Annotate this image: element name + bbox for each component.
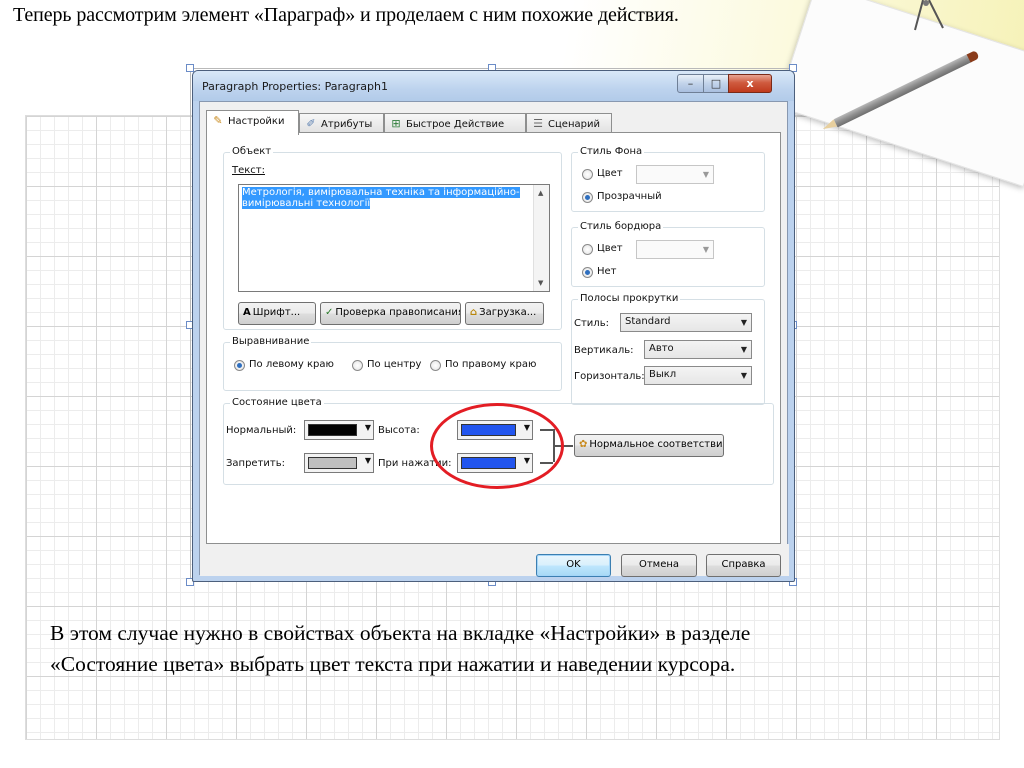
horizontal-label: Горизонталь:	[574, 371, 645, 382]
load-button[interactable]: ⌂ Загрузка...	[465, 302, 544, 325]
text-label: Текст:	[232, 165, 265, 176]
dropdown-arrow-icon: ▼	[364, 456, 371, 465]
tab-label: Быстрое Действие	[406, 119, 505, 130]
maximize-button[interactable]: □	[703, 74, 729, 93]
dialog-footer: OK Отмена Справка	[200, 544, 789, 577]
border-color-label[interactable]: Цвет	[597, 243, 623, 254]
hover-color-label: Высота:	[378, 425, 420, 436]
normal-color-label: Нормальный:	[226, 425, 297, 436]
load-button-label: Загрузка...	[479, 307, 537, 318]
load-icon: ⌂	[470, 307, 478, 318]
slide-body-text: В этом случае нужно в свойствах объекта …	[50, 618, 1000, 680]
vertical-label: Вертикаль:	[574, 345, 634, 356]
dropdown-arrow-icon: ▼	[740, 318, 748, 327]
scroll-style-value: Standard	[625, 316, 671, 327]
border-none-radio[interactable]	[582, 267, 593, 278]
tab-label: Настройки	[228, 116, 285, 127]
spellcheck-button-label: Проверка правописания	[335, 307, 461, 318]
scroll-down-icon[interactable]: ▼	[538, 279, 543, 287]
paragraph-properties-dialog: Paragraph Properties: Paragraph1 – □ x ✎…	[192, 70, 795, 582]
dropdown-arrow-icon: ▼	[702, 245, 710, 254]
object-group: Объект Текст: Метрологія, вимірювальна т…	[223, 146, 562, 330]
color-state-group-legend: Состояние цвета	[230, 397, 324, 408]
tab-strip: ✎ Настройки ✐ Атрибуты ⊞ Быстрое Действие ☰…	[206, 110, 766, 135]
scrollbars-group: Полосы прокрутки Стиль: Standard ▼ Вертик…	[571, 293, 765, 405]
pencil-icon: ✎	[213, 114, 223, 127]
palette-icon: ✿	[579, 439, 588, 450]
highlight-ellipse	[430, 403, 564, 489]
dialog-titlebar[interactable]: Paragraph Properties: Paragraph1 – □ x	[193, 71, 794, 101]
dialog-client-area: ✎ Настройки ✐ Атрибуты ⊞ Быстрое Действие ☰…	[199, 101, 789, 577]
compass-icon	[914, 0, 944, 31]
disabled-color-picker[interactable]: ▼	[304, 453, 374, 473]
align-center-label[interactable]: По центру	[367, 359, 421, 370]
background-color-label[interactable]: Цвет	[597, 168, 623, 179]
font-button[interactable]: A Шрифт...	[238, 302, 316, 325]
align-right-radio[interactable]	[430, 360, 441, 371]
border-none-label[interactable]: Нет	[597, 266, 617, 277]
object-group-legend: Объект	[230, 146, 274, 157]
dropdown-arrow-icon: ▼	[740, 345, 748, 354]
body-line-1: В этом случае нужно в свойствах объекта …	[50, 621, 751, 645]
disabled-color-label: Запретить:	[226, 458, 285, 469]
background-color-combo[interactable]: ▼	[636, 165, 714, 184]
spellcheck-button[interactable]: ✓ Проверка правописания	[320, 302, 461, 325]
font-icon: A	[243, 307, 251, 318]
selected-text: Метрологія, вимірювальна техніка та інфо…	[242, 187, 520, 209]
minimize-button[interactable]: –	[677, 74, 704, 93]
brush-icon: ✐	[306, 117, 316, 130]
tab-attributes[interactable]: ✐ Атрибуты	[299, 113, 384, 133]
font-button-label: Шрифт...	[252, 307, 301, 318]
disabled-color-swatch	[308, 457, 357, 469]
background-style-group: Стиль Фона Цвет ▼ Прозрачный	[571, 146, 765, 212]
background-style-legend: Стиль Фона	[578, 146, 645, 157]
vertical-select[interactable]: Авто ▼	[644, 340, 752, 359]
cancel-button[interactable]: Отмена	[621, 554, 697, 577]
normal-color-swatch	[308, 424, 357, 436]
scroll-style-select[interactable]: Standard ▼	[620, 313, 752, 332]
normal-match-button-label: Нормальное соответствие	[589, 439, 724, 450]
alignment-group: Выравнивание По левому краю По центру По…	[223, 336, 562, 391]
script-icon: ☰	[533, 117, 543, 130]
normal-color-picker[interactable]: ▼	[304, 420, 374, 440]
slide-heading: Теперь рассмотрим элемент «Параграф» и п…	[13, 4, 679, 26]
dropdown-arrow-icon: ▼	[740, 371, 748, 380]
tab-quick-action[interactable]: ⊞ Быстрое Действие	[384, 113, 526, 133]
align-left-radio[interactable]	[234, 360, 245, 371]
text-input[interactable]: Метрологія, вимірювальна техніка та інфо…	[238, 184, 550, 292]
horizontal-value: Выкл	[649, 369, 677, 380]
background-transparent-label[interactable]: Прозрачный	[597, 191, 662, 202]
horizontal-select[interactable]: Выкл ▼	[644, 366, 752, 385]
border-style-legend: Стиль бордюра	[578, 221, 664, 232]
vertical-value: Авто	[649, 343, 674, 354]
quick-action-icon: ⊞	[391, 117, 401, 130]
background-transparent-radio[interactable]	[582, 192, 593, 203]
align-right-label[interactable]: По правому краю	[445, 359, 536, 370]
scroll-style-label: Стиль:	[574, 318, 609, 329]
text-scrollbar[interactable]: ▲ ▼	[533, 185, 549, 291]
normal-match-button[interactable]: ✿ Нормальное соответствие	[574, 434, 724, 457]
ok-button[interactable]: OK	[536, 554, 611, 577]
border-color-radio[interactable]	[582, 244, 593, 255]
tab-label: Атрибуты	[321, 119, 373, 130]
dropdown-arrow-icon: ▼	[364, 423, 371, 432]
border-style-group: Стиль бордюра Цвет ▼ Нет	[571, 221, 765, 287]
tab-script[interactable]: ☰ Сценарий	[526, 113, 612, 133]
tab-settings[interactable]: ✎ Настройки	[206, 110, 299, 135]
alignment-group-legend: Выравнивание	[230, 336, 312, 347]
dropdown-arrow-icon: ▼	[702, 170, 710, 179]
align-left-label[interactable]: По левому краю	[249, 359, 334, 370]
spellcheck-icon: ✓	[325, 307, 334, 318]
body-line-2: «Состояние цвета» выбрать цвет текста пр…	[50, 652, 736, 676]
tab-label: Сценарий	[548, 119, 600, 130]
dialog-title: Paragraph Properties: Paragraph1	[202, 80, 388, 93]
border-color-combo[interactable]: ▼	[636, 240, 714, 259]
scrollbars-legend: Полосы прокрутки	[578, 293, 681, 304]
scroll-up-icon[interactable]: ▲	[538, 189, 543, 197]
align-center-radio[interactable]	[352, 360, 363, 371]
help-button[interactable]: Справка	[706, 554, 781, 577]
close-button[interactable]: x	[728, 74, 772, 93]
background-color-radio[interactable]	[582, 169, 593, 180]
